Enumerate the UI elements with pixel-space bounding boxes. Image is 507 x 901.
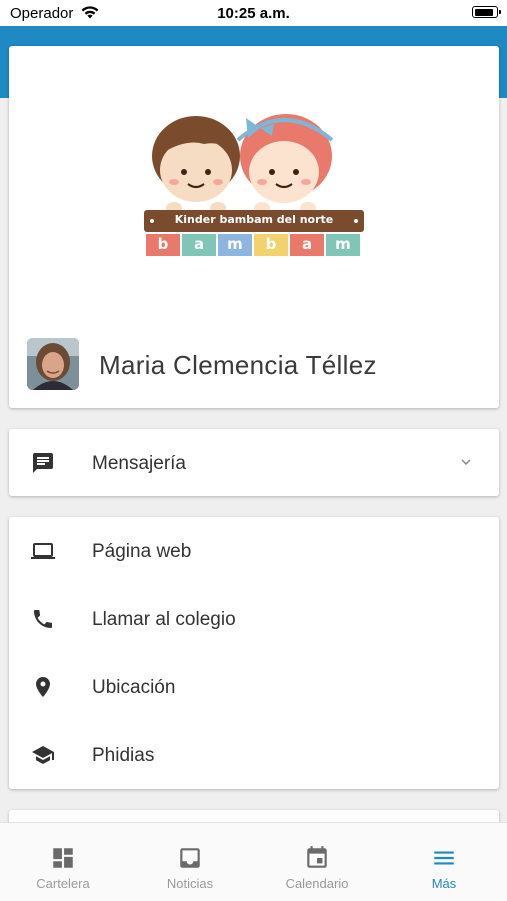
tab-bar: Cartelera Noticias Calendario Más — [0, 822, 507, 901]
logo-letter: b — [265, 235, 277, 253]
tab-noticias[interactable]: Noticias — [127, 823, 253, 901]
inbox-icon — [180, 848, 200, 868]
location-pin-icon — [36, 677, 50, 697]
messaging-label: Mensajería — [92, 453, 186, 474]
logo-letter: b — [157, 235, 169, 253]
logo-title: Kinder bambam del norte — [174, 213, 334, 226]
menu-icon — [434, 851, 454, 865]
status-bar: Operador 10:25 a.m. — [0, 0, 507, 26]
links-card: Página web Llamar al colegio Ubicación P… — [9, 517, 499, 789]
logo-letter: m — [227, 235, 243, 253]
logo-letter: a — [193, 235, 205, 253]
school-logo: Kinder bambam del norte b a m b a m — [134, 104, 374, 264]
calendar-icon — [307, 846, 327, 868]
battery-icon — [472, 6, 501, 18]
phone-icon — [34, 610, 52, 628]
messaging-row[interactable]: Mensajería — [9, 429, 499, 497]
chevron-down-icon[interactable] — [457, 453, 475, 471]
dashboard-icon — [53, 848, 73, 868]
logo-letter: m — [335, 235, 351, 253]
tab-cartelera[interactable]: Cartelera — [0, 823, 126, 901]
clock: 10:25 a.m. — [217, 5, 290, 22]
school-cap-icon — [32, 746, 54, 764]
link-item-phidias[interactable]: Phidias — [9, 721, 499, 789]
link-label: Llamar al colegio — [92, 609, 236, 630]
message-icon — [33, 453, 53, 473]
link-item-location[interactable]: Ubicación — [9, 653, 499, 721]
tab-label: Más — [431, 876, 457, 891]
profile-row[interactable]: Maria Clemencia Téllez — [27, 336, 481, 390]
tab-label: Calendario — [285, 876, 349, 891]
logo-letter: a — [301, 235, 313, 253]
link-item-call[interactable]: Llamar al colegio — [9, 585, 499, 653]
link-label: Ubicación — [92, 677, 176, 698]
link-item-web[interactable]: Página web — [9, 517, 499, 585]
messaging-card: Mensajería — [9, 429, 499, 496]
laptop-icon — [31, 543, 55, 559]
tab-mas[interactable]: Más — [381, 823, 507, 901]
link-label: Página web — [92, 541, 192, 562]
avatar[interactable] — [27, 338, 79, 390]
link-label: Phidias — [92, 745, 155, 766]
profile-card: Kinder bambam del norte b a m b a m Mari… — [9, 46, 499, 408]
tab-label: Cartelera — [36, 876, 90, 891]
tab-calendario[interactable]: Calendario — [254, 823, 380, 901]
tab-label: Noticias — [166, 876, 214, 891]
profile-name: Maria Clemencia Téllez — [99, 350, 377, 380]
logo-letters: b a m b a m — [146, 235, 362, 257]
